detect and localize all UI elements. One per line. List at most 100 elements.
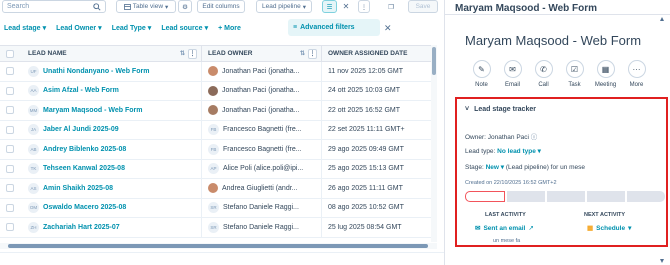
table-view-button[interactable]: Table view ▾ <box>116 0 176 13</box>
table-row[interactable]: MM Maryam Maqsood - Web Form Jonathan Pa… <box>0 101 437 121</box>
table-row[interactable]: AB Andrey Biblenko 2025-08 FB Francesco … <box>0 140 437 160</box>
more-icon: ··· <box>627 60 646 78</box>
row-checkbox[interactable] <box>6 67 14 76</box>
edit-columns-button[interactable]: Edit columns <box>197 0 245 13</box>
view-settings-button[interactable]: ⚙ <box>178 0 192 13</box>
scroll-thumb[interactable] <box>432 47 436 75</box>
row-checkbox[interactable] <box>6 203 14 212</box>
lead-name-link[interactable]: Zachariah Hart 2025-07 <box>43 224 120 231</box>
column-lead-owner[interactable]: LEAD OWNER ⇅ ⋮ <box>202 46 322 61</box>
info-icon[interactable]: ⓘ <box>531 134 538 141</box>
lead-owner-cell: SR Stefano Daniele Raggi... <box>202 218 322 237</box>
save-button[interactable]: Save <box>408 0 438 13</box>
lead-logo: AB <box>28 143 39 155</box>
table-row[interactable]: ZH Zachariah Hart 2025-07 SR Stefano Dan… <box>0 218 437 238</box>
table-icon <box>123 3 131 10</box>
note-action[interactable]: ✎ Note <box>471 60 492 88</box>
board-view-button[interactable]: ☰ <box>322 0 337 13</box>
row-checkbox[interactable] <box>6 223 14 232</box>
lead-name-link[interactable]: Tehseen Kanwal 2025-08 <box>43 165 125 172</box>
stage-segment[interactable] <box>587 191 625 202</box>
row-checkbox[interactable] <box>6 86 14 95</box>
preview-panel: Maryam Maqsood - Web Form Maryam Maqsood… <box>444 0 670 265</box>
row-checkbox[interactable] <box>6 164 14 173</box>
task-icon: ☑ <box>565 60 584 78</box>
close-icon: ✕ <box>342 2 350 11</box>
table-row[interactable]: AS Amin Shaikh 2025-08 Andrea Giuglietti… <box>0 179 437 199</box>
table-row[interactable]: TK Tehseen Kanwal 2025-08 AP Alice Poli … <box>0 159 437 179</box>
select-all-checkbox[interactable] <box>6 49 14 58</box>
assigned-date-cell: 25 ago 2025 15:13 GMT <box>328 165 404 173</box>
advanced-filters-button[interactable]: ≡ Advanced filters <box>288 19 380 36</box>
column-label: OWNER ASSIGNED DATE <box>328 50 408 57</box>
column-owner-assigned-date[interactable]: OWNER ASSIGNED DATE <box>322 50 437 57</box>
row-checkbox[interactable] <box>6 125 14 134</box>
column-menu-button[interactable]: ⋮ <box>188 48 197 59</box>
lead-logo: JA <box>28 124 39 136</box>
stage-segment-current[interactable] <box>465 191 505 202</box>
lead-logo: UF <box>28 65 39 77</box>
meeting-action[interactable]: ▦ Meeting <box>595 60 616 88</box>
stage-dropdown[interactable]: New ▾ <box>486 164 504 171</box>
stage-line: Stage: New ▾ (Lead pipeline) for un mese <box>465 163 585 171</box>
quick-actions: ✎ Note ✉ Email ✆ Call ☑ Task ▦ Meeting ··· Mor… <box>471 60 647 88</box>
panel-scrollbar[interactable] <box>658 15 666 265</box>
sort-icon[interactable]: ⇅ <box>180 50 185 57</box>
table-row[interactable]: OM Oswaldo Macero 2025-08 SR Stefano Dan… <box>0 198 437 218</box>
lead-name-link[interactable]: Unathi Nondanyano - Web Form <box>43 68 149 75</box>
lead-logo: AA <box>28 85 39 97</box>
vertical-scrollbar[interactable] <box>431 45 437 242</box>
lead-name-link[interactable]: Andrey Biblenko 2025-08 <box>43 146 126 153</box>
filter-label: Lead Type <box>111 24 146 32</box>
duplicate-button[interactable]: ❐ <box>383 0 399 13</box>
assigned-date-cell: 26 ago 2025 11:11 GMT <box>328 184 403 192</box>
task-action[interactable]: ☑ Task <box>564 60 585 88</box>
lead-name-cell: UF Unathi Nondanyano - Web Form <box>0 62 202 81</box>
clear-filters-icon[interactable]: ✕ <box>384 23 392 34</box>
tracker-title: Lead stage tracker <box>474 106 536 113</box>
column-menu-button[interactable]: ⋮ <box>308 48 317 59</box>
schedule-button[interactable]: ▦ Schedule ▾ <box>587 224 631 233</box>
close-view-button[interactable]: ✕ <box>340 0 352 13</box>
scroll-thumb[interactable] <box>8 244 428 248</box>
horizontal-scrollbar[interactable] <box>0 243 437 249</box>
filter-lead-owner[interactable]: Lead Owner ▾ <box>56 24 102 33</box>
lead-type-dropdown[interactable]: No lead type ▾ <box>497 148 541 155</box>
email-action[interactable]: ✉ Email <box>502 60 523 88</box>
more-filters-button[interactable]: + More <box>218 25 241 32</box>
lead-name-link[interactable]: Amin Shaikh 2025-08 <box>43 185 113 192</box>
owner-name: Jonathan Paci (jonatha... <box>222 87 300 95</box>
assigned-date-cell: 08 ago 2025 10:52 GMT <box>328 204 404 212</box>
tracker-header[interactable]: ˅ Lead stage tracker <box>465 106 536 113</box>
more-options-button[interactable]: ⋮ <box>358 0 370 13</box>
row-checkbox[interactable] <box>6 184 14 193</box>
table-row[interactable]: AA Asim Afzal - Web Form Jonathan Paci (… <box>0 81 437 101</box>
lead-type-line: Lead type: No lead type ▾ <box>465 147 541 155</box>
filter-lead-source[interactable]: Lead source ▾ <box>161 24 208 33</box>
more-action[interactable]: ··· More <box>626 60 647 88</box>
type-value: No lead type <box>497 148 536 155</box>
lead-name-link[interactable]: Asim Afzal - Web Form <box>43 87 119 94</box>
sort-icon[interactable]: ⇅ <box>300 50 305 57</box>
pipeline-select[interactable]: Lead pipeline ▾ <box>256 0 312 13</box>
stage-segment[interactable] <box>547 191 585 202</box>
row-checkbox[interactable] <box>6 145 14 154</box>
call-action[interactable]: ✆ Call <box>533 60 554 88</box>
action-label: Note <box>475 82 488 88</box>
filter-lead-stage[interactable]: Lead stage ▾ <box>4 24 46 33</box>
filter-lead-type[interactable]: Lead Type ▾ <box>111 24 152 33</box>
stage-segment[interactable] <box>507 191 545 202</box>
lead-name-link[interactable]: Oswaldo Macero 2025-08 <box>43 204 126 211</box>
search-input[interactable]: Search <box>2 0 106 13</box>
column-lead-name[interactable]: LEAD NAME ⇅ ⋮ <box>0 46 202 61</box>
table-row[interactable]: JA Jaber Al Jundi 2025-09 FB Francesco B… <box>0 120 437 140</box>
table-row[interactable]: UF Unathi Nondanyano - Web Form Jonathan… <box>0 62 437 82</box>
lead-list-pane: Search Table view ▾ ⚙ Edit columns Lead … <box>0 0 444 265</box>
assigned-date-cell: 22 set 2025 11:11 GMT+ <box>328 126 405 134</box>
owner-label: Owner: <box>465 134 486 141</box>
external-link-icon: ↗ <box>528 225 534 232</box>
lead-name-link[interactable]: Maryam Maqsood - Web Form <box>43 107 142 114</box>
last-activity-link[interactable]: ✉ Sent an email ↗ <box>475 224 534 233</box>
row-checkbox[interactable] <box>6 106 14 115</box>
lead-name-link[interactable]: Jaber Al Jundi 2025-09 <box>43 126 119 133</box>
